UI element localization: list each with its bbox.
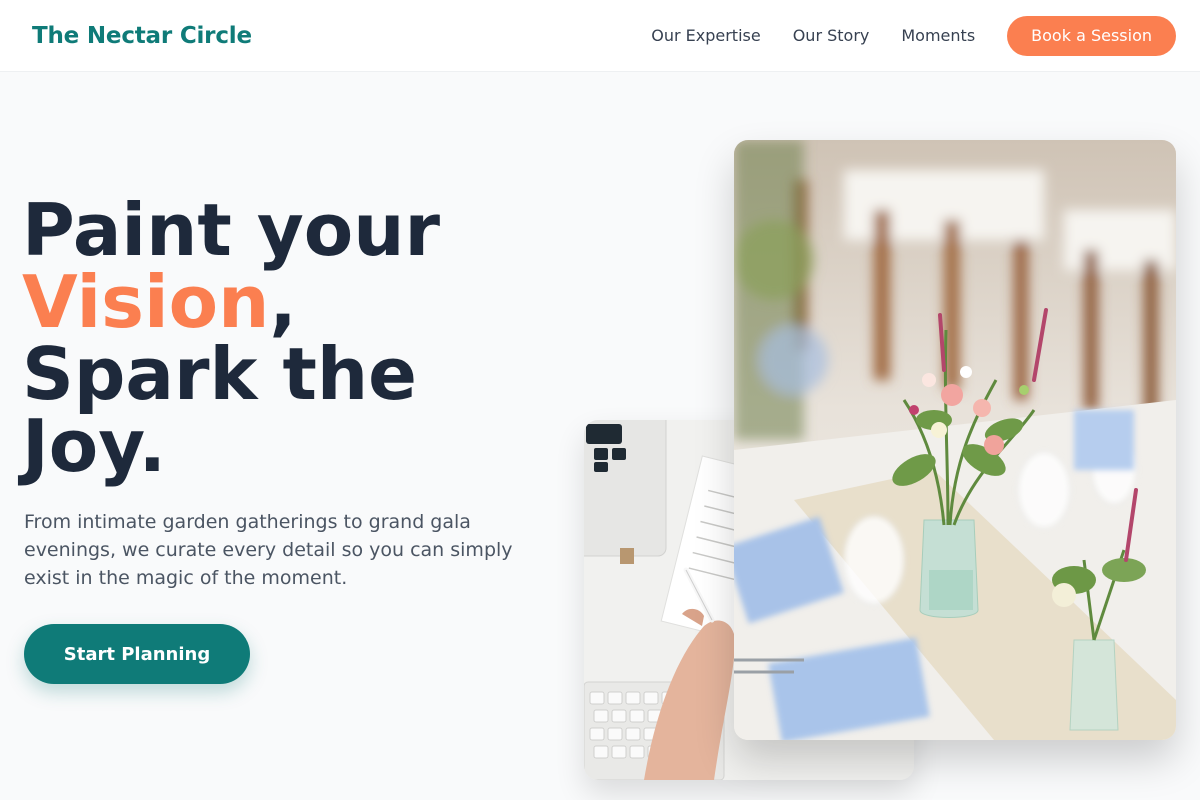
nav-links: Our Expertise Our Story Moments Book a S…	[651, 15, 1176, 56]
table-flowers-illustration	[734, 140, 1176, 740]
top-navbar: The Nectar Circle Our Expertise Our Stor…	[0, 0, 1200, 72]
hero-heading: Paint your Vision, Spark the Joy.	[22, 194, 582, 482]
nav-link-moments[interactable]: Moments	[901, 26, 975, 45]
table-flowers-photo	[734, 140, 1176, 740]
brand-logo[interactable]: The Nectar Circle	[32, 23, 252, 49]
hero-heading-line4: Joy.	[22, 404, 166, 488]
nav-link-our-expertise[interactable]: Our Expertise	[651, 26, 760, 45]
nav-link-our-story[interactable]: Our Story	[793, 26, 870, 45]
start-planning-button[interactable]: Start Planning	[24, 624, 250, 684]
hero-subtitle: From intimate garden gatherings to grand…	[24, 511, 513, 589]
book-session-button[interactable]: Book a Session	[1007, 15, 1176, 56]
